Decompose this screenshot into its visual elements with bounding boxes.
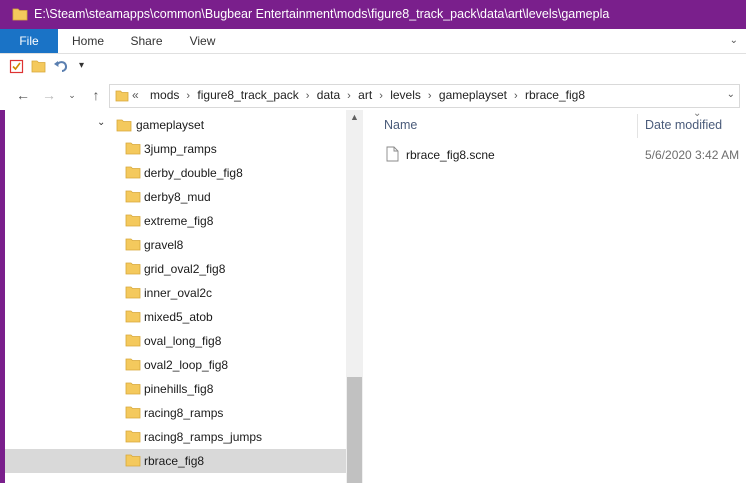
folder-icon bbox=[125, 430, 141, 443]
breadcrumb-figure8-track-pack[interactable]: figure8_track_pack bbox=[197, 88, 298, 102]
chevron-right-icon[interactable]: › bbox=[379, 90, 383, 102]
file-list-pane: Name Date modified ⌄ rbrace_fig8.scne 5/… bbox=[363, 108, 746, 483]
folder-icon bbox=[12, 8, 28, 21]
properties-icon[interactable] bbox=[9, 59, 24, 74]
tree-item-gravel8[interactable]: gravel8 bbox=[5, 233, 346, 257]
chevron-right-icon[interactable]: › bbox=[306, 90, 310, 102]
tree-item-label: mixed5_atob bbox=[144, 310, 213, 324]
tree-item-label: 3jump_ramps bbox=[144, 142, 217, 156]
scrollbar-thumb[interactable] bbox=[347, 377, 362, 483]
tree-item-racing8-ramps[interactable]: racing8_ramps bbox=[5, 401, 346, 425]
tree-item-label: derby8_mud bbox=[144, 190, 211, 204]
scroll-up-arrow-icon[interactable]: ▲ bbox=[346, 112, 363, 126]
tree-item-inner-oval2c[interactable]: inner_oval2c bbox=[5, 281, 346, 305]
chevron-right-icon[interactable]: › bbox=[428, 90, 432, 102]
tree-item-mixed5-atob[interactable]: mixed5_atob bbox=[5, 305, 346, 329]
tree-item-3jump-ramps[interactable]: 3jump_ramps bbox=[5, 137, 346, 161]
chevron-down-icon[interactable]: ⌄ bbox=[97, 117, 105, 128]
file-date-modified: 5/6/2020 3:42 AM bbox=[645, 148, 740, 162]
column-header-name[interactable]: Name bbox=[384, 118, 417, 132]
back-arrow-icon[interactable]: ← bbox=[14, 86, 32, 104]
breadcrumb-levels[interactable]: levels bbox=[390, 88, 421, 102]
folder-icon bbox=[125, 238, 141, 251]
file-name: rbrace_fig8.scne bbox=[406, 148, 495, 162]
breadcrumb-data[interactable]: data bbox=[317, 88, 340, 102]
new-folder-icon[interactable] bbox=[31, 59, 46, 74]
tree-item-label: gameplayset bbox=[136, 118, 205, 132]
file-row[interactable]: rbrace_fig8.scne 5/6/2020 3:42 AM bbox=[380, 143, 740, 165]
tree-item-pinehills-fig8[interactable]: pinehills_fig8 bbox=[5, 377, 346, 401]
folder-icon bbox=[115, 90, 129, 102]
up-arrow-icon[interactable]: ↑ bbox=[87, 86, 105, 104]
folder-icon bbox=[125, 310, 141, 323]
column-header-date-modified[interactable]: Date modified bbox=[645, 118, 722, 132]
ribbon-expand-chevron-icon[interactable]: ⌄ bbox=[730, 35, 738, 46]
tree-item-gameplayset[interactable]: ⌄ gameplayset bbox=[5, 113, 346, 137]
breadcrumb-rbrace-fig8[interactable]: rbrace_fig8 bbox=[525, 88, 585, 102]
folder-icon bbox=[125, 262, 141, 275]
address-dropdown-chevron-icon[interactable]: ⌄ bbox=[727, 89, 735, 100]
window-title: E:\Steam\steamapps\common\Bugbear Entert… bbox=[34, 7, 610, 21]
folder-icon bbox=[116, 119, 132, 132]
folder-icon bbox=[125, 190, 141, 203]
tab-share[interactable]: Share bbox=[118, 29, 175, 53]
breadcrumb-overflow[interactable]: « bbox=[132, 88, 139, 102]
sort-chevron-icon: ⌄ bbox=[693, 108, 702, 119]
ribbon-tabs: File Home Share View ⌄ bbox=[0, 29, 746, 54]
folder-icon bbox=[125, 406, 141, 419]
tree-item-label: extreme_fig8 bbox=[144, 214, 214, 228]
tab-view[interactable]: View bbox=[175, 29, 230, 53]
customize-toolbar-chevron-icon[interactable]: ▾ bbox=[79, 60, 84, 71]
folder-icon bbox=[125, 214, 141, 227]
tree-item-derby8-mud[interactable]: derby8_mud bbox=[5, 185, 346, 209]
tree-item-oval-long-fig8[interactable]: oval_long_fig8 bbox=[5, 329, 346, 353]
title-bar: E:\Steam\steamapps\common\Bugbear Entert… bbox=[0, 0, 746, 29]
folder-icon bbox=[125, 334, 141, 347]
tree-item-label: rbrace_fig8 bbox=[144, 454, 205, 468]
tree-item-label: pinehills_fig8 bbox=[144, 382, 214, 396]
folder-icon bbox=[125, 358, 141, 371]
tree-item-oval2-loop-fig8[interactable]: oval2_loop_fig8 bbox=[5, 353, 346, 377]
tree-item-grid-oval2-fig8[interactable]: grid_oval2_fig8 bbox=[5, 257, 346, 281]
folder-icon bbox=[125, 142, 141, 155]
file-icon bbox=[386, 146, 399, 162]
tree-item-label: racing8_ramps_jumps bbox=[144, 430, 263, 444]
folder-icon bbox=[125, 382, 141, 395]
breadcrumb-gameplayset[interactable]: gameplayset bbox=[439, 88, 507, 102]
folder-icon bbox=[125, 454, 141, 467]
tab-home[interactable]: Home bbox=[58, 29, 118, 53]
tree-item-label: oval2_loop_fig8 bbox=[144, 358, 229, 372]
forward-arrow-icon[interactable]: → bbox=[40, 86, 58, 104]
address-bar[interactable]: « mods › figure8_track_pack › data › art › l… bbox=[109, 84, 740, 108]
tree-item-rbrace-fig8[interactable]: rbrace_fig8 bbox=[5, 449, 346, 473]
tree-item-extreme-fig8[interactable]: extreme_fig8 bbox=[5, 209, 346, 233]
chevron-right-icon[interactable]: › bbox=[347, 90, 351, 102]
tree-item-label: racing8_ramps bbox=[144, 406, 224, 420]
recent-locations-chevron-icon[interactable]: ⌄ bbox=[63, 86, 81, 104]
tab-file[interactable]: File bbox=[0, 29, 58, 53]
tree-item-label: oval_long_fig8 bbox=[144, 334, 222, 348]
column-divider[interactable] bbox=[637, 114, 638, 138]
folder-icon bbox=[125, 166, 141, 179]
tree-item-label: derby_double_fig8 bbox=[144, 166, 243, 180]
tree-item-derby-double-fig8[interactable]: derby_double_fig8 bbox=[5, 161, 346, 185]
tree-item-racing8-ramps-jumps[interactable]: racing8_ramps_jumps bbox=[5, 425, 346, 449]
chevron-right-icon[interactable]: › bbox=[186, 90, 190, 102]
tree-item-label: gravel8 bbox=[144, 238, 184, 252]
undo-icon[interactable] bbox=[53, 59, 69, 74]
quick-access-toolbar: ▾ bbox=[0, 54, 746, 81]
breadcrumb-mods[interactable]: mods bbox=[150, 88, 179, 102]
address-row: ← → ⌄ ↑ « mods › figure8_track_pack › data… bbox=[0, 80, 746, 110]
breadcrumb-art[interactable]: art bbox=[358, 88, 372, 102]
tree-item-label: inner_oval2c bbox=[144, 286, 213, 300]
folder-icon bbox=[125, 286, 141, 299]
navigation-scrollbar[interactable]: ▲ bbox=[346, 110, 363, 483]
tree-item-label: grid_oval2_fig8 bbox=[144, 262, 226, 276]
chevron-right-icon[interactable]: › bbox=[514, 90, 518, 102]
